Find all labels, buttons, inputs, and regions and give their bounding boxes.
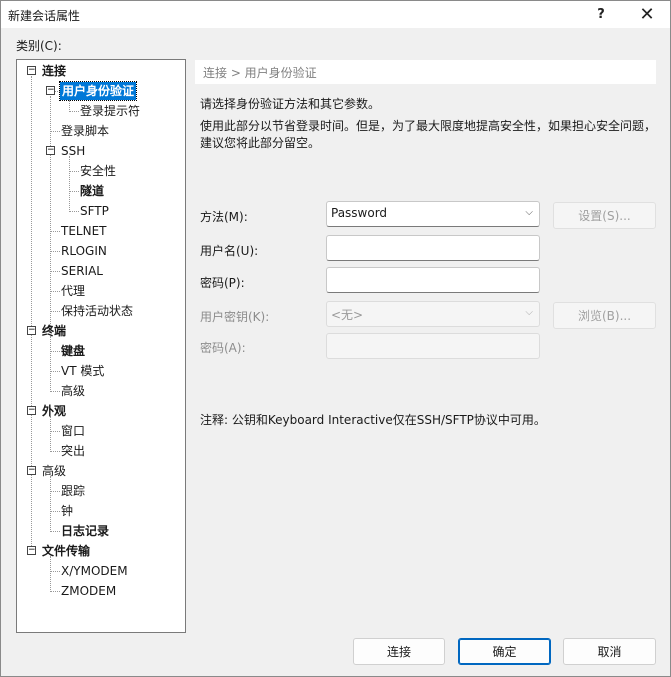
tree-line: [50, 311, 60, 312]
tree-line: [50, 591, 60, 592]
tree-item-user-auth[interactable]: 用户身份验证: [58, 81, 138, 101]
tree-line: [50, 271, 60, 272]
username-label: 用户名(U):: [200, 244, 259, 258]
tree-line: [69, 111, 79, 112]
tree-item-appearance[interactable]: 外观: [42, 402, 66, 420]
tree-item-login-script[interactable]: 登录脚本: [61, 122, 109, 140]
tree-item-tunnel[interactable]: 隧道: [80, 182, 104, 200]
tree-line: [50, 351, 60, 352]
tree-item-logging[interactable]: 日志记录: [61, 522, 109, 540]
breadcrumb: 连接 > 用户身份验证: [195, 60, 656, 84]
chevron-down-icon: ⌵: [525, 207, 533, 218]
passphrase-input[interactable]: [326, 333, 540, 359]
tree-line: [50, 476, 51, 532]
tree-line: [69, 191, 79, 192]
tree-line: [50, 556, 51, 592]
tree-item-proxy[interactable]: 代理: [61, 282, 85, 300]
tree-line: [50, 511, 60, 512]
tree-line: [50, 451, 60, 452]
tree-item-ssh[interactable]: SSH: [61, 142, 85, 160]
tree-line: [50, 571, 60, 572]
description-secondary: 使用此部分以节省登录时间。但是，为了最大限度地提高安全性，如果担心安全问题，建议…: [200, 119, 657, 150]
collapse-icon[interactable]: −: [27, 326, 36, 335]
tree-line: [50, 131, 60, 132]
collapse-icon[interactable]: −: [27, 466, 36, 475]
tree-line: [50, 531, 60, 532]
user-key-label: 用户密钥(K):: [200, 310, 270, 324]
tree-item-xymodem[interactable]: X/YMODEM: [61, 562, 128, 580]
tree-item-security[interactable]: 安全性: [80, 162, 116, 180]
tree-line: [69, 211, 79, 212]
tree-line: [69, 156, 70, 212]
category-tree[interactable]: − − − − − − − 连接 用户身份验证 登录提示符 登录脚本 SSH 安…: [16, 59, 186, 633]
tree-item-rlogin[interactable]: RLOGIN: [61, 242, 107, 260]
tree-item-bell[interactable]: 钟: [61, 502, 73, 520]
close-button[interactable]: ✕: [627, 1, 667, 28]
ok-button[interactable]: 确定: [458, 638, 551, 665]
tree-line: [31, 76, 32, 552]
breadcrumb-text: 连接 > 用户身份验证: [203, 66, 317, 80]
tree-line: [50, 371, 60, 372]
tree-line: [50, 391, 60, 392]
category-label: 类别(C):: [16, 39, 62, 53]
chevron-down-icon: ⌵: [525, 307, 533, 318]
tree-line: [50, 491, 60, 492]
tree-item-advanced[interactable]: 高级: [42, 462, 66, 480]
tree-line: [50, 416, 51, 452]
settings-button[interactable]: 设置(S)...: [553, 202, 656, 229]
tree-item-terminal[interactable]: 终端: [42, 322, 66, 340]
tree-line: [50, 336, 51, 392]
tree-line: [50, 231, 60, 232]
tree-item-sftp[interactable]: SFTP: [80, 202, 109, 220]
tree-line: [69, 171, 79, 172]
tree-line: [50, 431, 60, 432]
browse-button[interactable]: 浏览(B)...: [553, 302, 656, 329]
username-input[interactable]: [326, 235, 540, 261]
tree-item-trace[interactable]: 跟踪: [61, 482, 85, 500]
collapse-icon[interactable]: −: [27, 406, 36, 415]
tree-item-telnet[interactable]: TELNET: [61, 222, 107, 240]
collapse-icon[interactable]: −: [27, 66, 36, 75]
connect-button[interactable]: 连接: [353, 638, 445, 665]
password-input[interactable]: [326, 267, 540, 293]
description-primary: 请选择身份验证方法和其它参数。: [200, 97, 381, 111]
help-button[interactable]: ?: [581, 1, 621, 28]
window-title: 新建会话属性: [8, 9, 81, 23]
password-label: 密码(P):: [200, 276, 245, 290]
user-key-select[interactable]: <无> ⌵: [326, 301, 540, 327]
tree-item-login-prompt[interactable]: 登录提示符: [80, 102, 140, 120]
collapse-icon[interactable]: −: [46, 86, 55, 95]
collapse-icon[interactable]: −: [46, 146, 55, 155]
tree-item-zmodem[interactable]: ZMODEM: [61, 582, 116, 600]
tree-item-window[interactable]: 窗口: [61, 422, 85, 440]
method-value: Password: [331, 206, 388, 220]
dialog-window: 新建会话属性 ? ✕ 类别(C): − − − − − − − 连接 用户身份验…: [0, 0, 671, 677]
tree-item-keyboard[interactable]: 键盘: [61, 342, 85, 360]
tree-item-connection[interactable]: 连接: [42, 62, 66, 80]
tree-item-keepalive[interactable]: 保持活动状态: [61, 302, 133, 320]
passphrase-label: 密码(A):: [200, 341, 246, 355]
collapse-icon[interactable]: −: [27, 546, 36, 555]
note-text: 注释: 公钥和Keyboard Interactive仅在SSH/SFTP协议中…: [200, 413, 546, 427]
tree-item-file-transfer[interactable]: 文件传输: [42, 542, 90, 560]
method-select[interactable]: Password ⌵: [326, 201, 540, 227]
cancel-button[interactable]: 取消: [563, 638, 656, 665]
tree-item-terminal-advanced[interactable]: 高级: [61, 382, 85, 400]
user-key-value: <无>: [331, 308, 364, 322]
tree-item-vt-mode[interactable]: VT 模式: [61, 362, 104, 380]
tree-line: [50, 291, 60, 292]
tree-line: [50, 251, 60, 252]
method-label: 方法(M):: [200, 210, 248, 224]
title-bar: 新建会话属性 ? ✕: [1, 1, 670, 28]
tree-item-highlight[interactable]: 突出: [61, 442, 85, 460]
tree-item-serial[interactable]: SERIAL: [61, 262, 103, 280]
